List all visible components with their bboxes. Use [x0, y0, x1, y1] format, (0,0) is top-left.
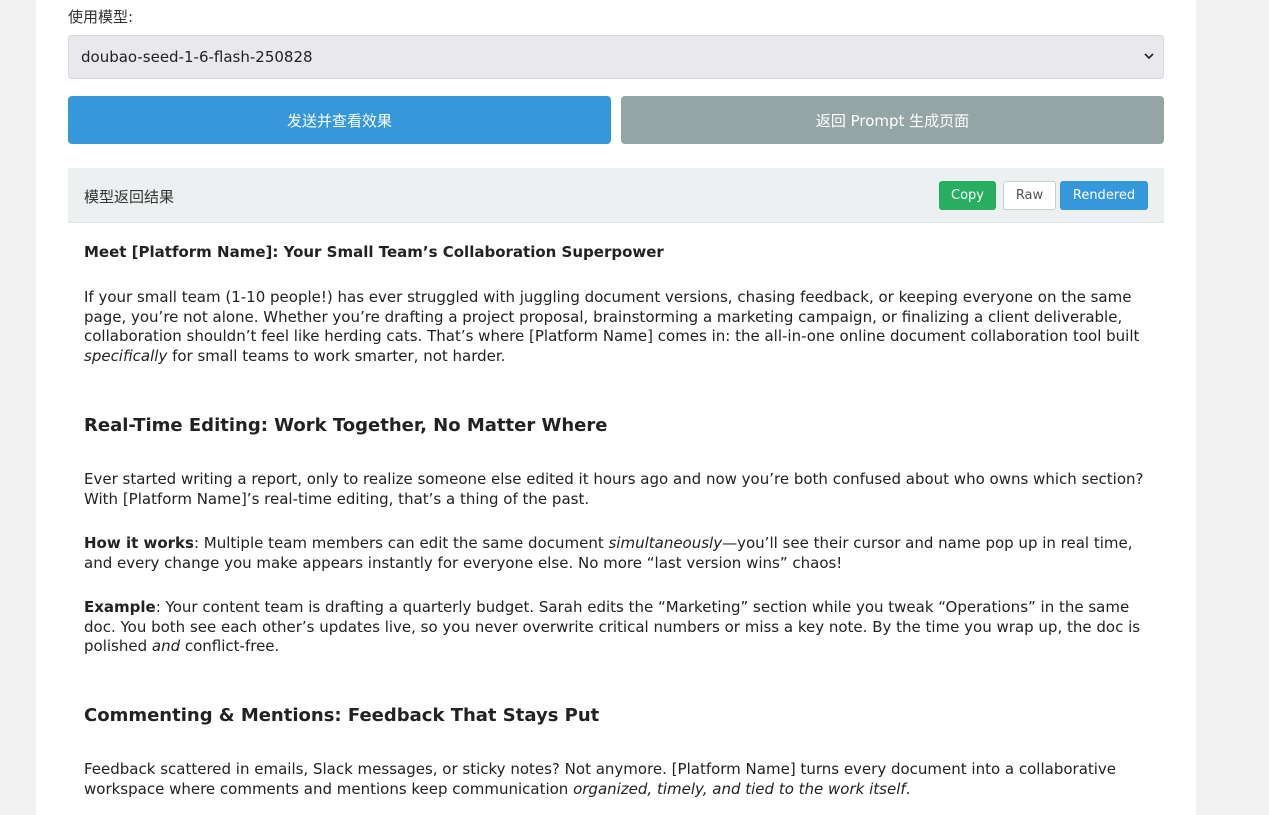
intro-paragraph: If your small team (1-10 people!) has ev…	[84, 288, 1140, 365]
how-it-works-paragraph: How it works: Multiple team members can …	[84, 534, 1133, 572]
heading-real-time-editing: Real-Time Editing: Work Together, No Mat…	[84, 415, 608, 436]
back-to-prompt-button[interactable]: 返回 Prompt 生成页面	[621, 96, 1164, 144]
model-select[interactable]: doubao-seed-1-6-flash-250828	[68, 35, 1164, 79]
doc-title: Meet [Platform Name]: Your Small Team’s …	[84, 243, 664, 261]
chevron-down-icon	[1144, 53, 1154, 60]
heading-commenting-mentions: Commenting & Mentions: Feedback That Sta…	[84, 705, 600, 726]
example-paragraph: Example: Your content team is drafting a…	[84, 598, 1141, 655]
rendered-view-button[interactable]: Rendered	[1060, 181, 1148, 210]
model-select-value: doubao-seed-1-6-flash-250828	[81, 48, 313, 66]
feedback-paragraph: Feedback scattered in emails, Slack mess…	[84, 760, 1117, 798]
result-header: 模型返回结果 Copy Raw Rendered	[68, 168, 1164, 223]
model-label: 使用模型:	[68, 8, 134, 26]
realtime-paragraph: Ever started writing a report, only to r…	[84, 470, 1144, 508]
copy-button[interactable]: Copy	[939, 181, 996, 210]
result-title: 模型返回结果	[84, 188, 175, 206]
main-card: 使用模型: doubao-seed-1-6-flash-250828 发送并查看…	[36, 0, 1196, 815]
send-button[interactable]: 发送并查看效果	[68, 96, 611, 144]
raw-view-button[interactable]: Raw	[1003, 181, 1056, 210]
